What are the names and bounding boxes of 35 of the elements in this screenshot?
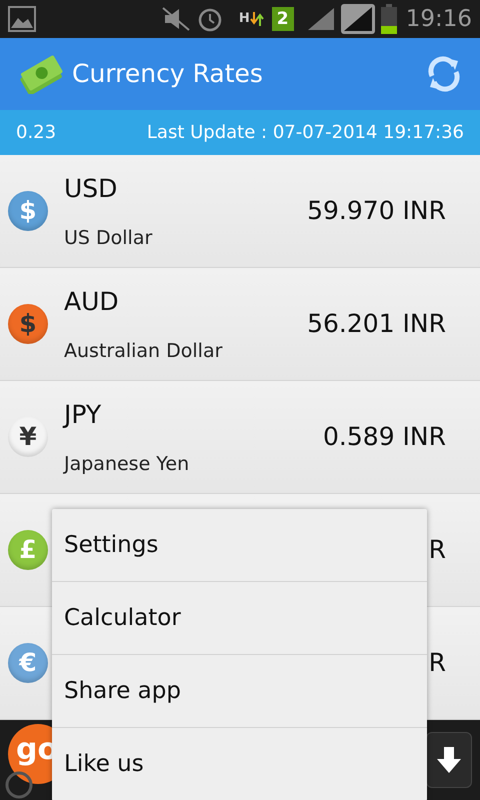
menu-item[interactable]: Calculator: [52, 582, 427, 655]
menu-item[interactable]: Share app: [52, 655, 427, 728]
menu-item[interactable]: Settings: [52, 509, 427, 582]
alarm-icon: [196, 6, 223, 32]
network-text: H: [238, 10, 250, 28]
rate-text: 59.970 INR: [307, 195, 446, 228]
data-arrows-icon: [250, 12, 264, 26]
last-update-text: Last Update : 07-07-2014 19:17:36: [146, 121, 464, 145]
currency-name: Australian Dollar: [64, 338, 224, 364]
signal-icon: [306, 6, 336, 32]
clock-text: 19:16: [406, 4, 472, 34]
currency-symbol-icon: $: [8, 304, 48, 344]
app-title: Currency Rates: [72, 58, 264, 90]
currency-name: US Dollar: [64, 226, 154, 250]
currency-symbol-icon: ¥: [8, 417, 48, 457]
down-arrow-icon: [436, 745, 462, 775]
currency-symbol-icon: $: [8, 191, 48, 231]
currency-name: Japanese Yen: [64, 452, 190, 476]
gallery-icon: [8, 6, 36, 32]
rate-text: 0.589 INR: [323, 421, 446, 454]
rate-text: 56.201 INR: [307, 308, 446, 340]
currency-symbol-icon: €: [8, 643, 48, 683]
currency-symbol-icon: £: [8, 530, 48, 570]
info-icon: [4, 770, 34, 800]
signal-icon: [340, 3, 376, 35]
rate-text: R: [428, 647, 446, 680]
currency-code: AUD: [64, 286, 120, 318]
rate-value: 0.23: [16, 121, 56, 145]
rate-text: R: [428, 534, 446, 566]
download-button[interactable]: [426, 732, 472, 788]
mute-icon: [160, 6, 191, 32]
currency-code: JPY: [64, 399, 102, 431]
currency-code: USD: [64, 173, 118, 205]
sim-badge: 2: [272, 7, 294, 31]
battery-icon: [380, 4, 398, 34]
